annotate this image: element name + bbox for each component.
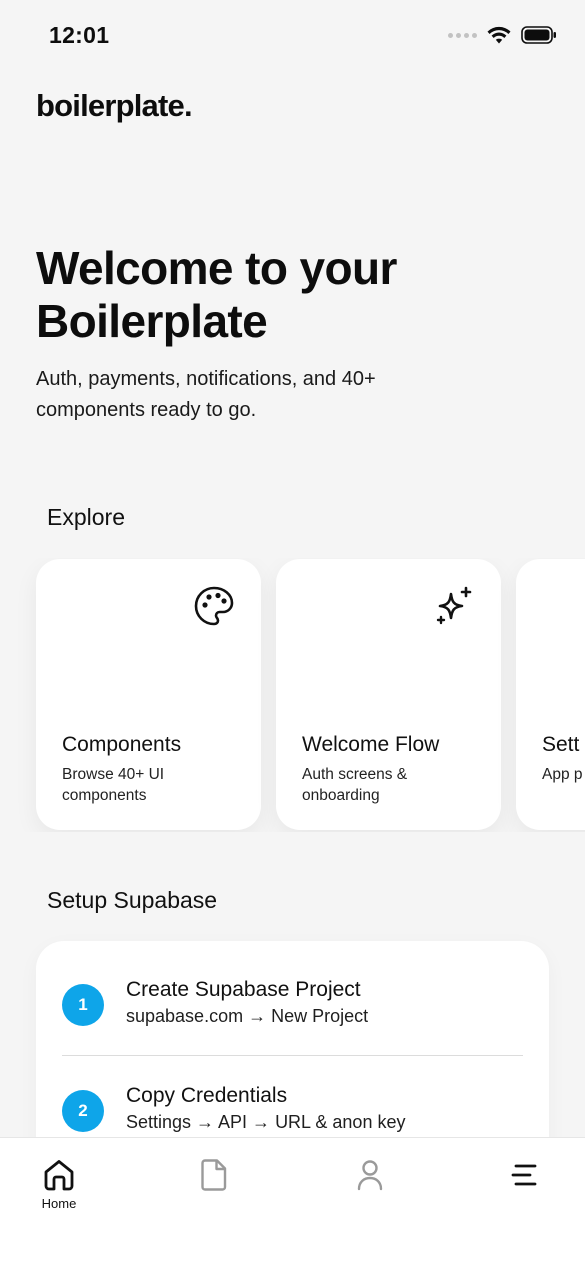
step-title: Copy Credentials <box>126 1084 288 1107</box>
step-title: Create Supabase Project <box>126 978 361 1001</box>
cellular-signal-icon <box>448 32 477 38</box>
page-subtitle: Auth, payments, notifications, and 40+ c… <box>36 368 376 421</box>
explore-section-title: Explore <box>47 504 125 530</box>
page-title: Welcome to your Boilerplate <box>36 242 397 347</box>
tab-documents[interactable] <box>174 1158 254 1192</box>
status-indicators <box>448 26 557 44</box>
status-time: 12:01 <box>49 22 110 48</box>
battery-icon <box>521 26 556 44</box>
card-title: Components <box>62 733 182 756</box>
home-icon <box>44 1160 74 1191</box>
tab-home[interactable]: Home <box>19 1158 99 1211</box>
tab-menu[interactable] <box>485 1158 565 1192</box>
explore-card-welcome-flow[interactable]: Welcome Flow Auth screens & onboarding <box>276 559 501 830</box>
explore-card-components[interactable]: Components Browse 40+ UI components <box>36 559 261 830</box>
sparkles-icon <box>436 586 472 625</box>
tab-label: Home <box>41 1196 77 1211</box>
step-subtitle: supabase.com → New Project <box>126 1006 369 1026</box>
step-subtitle: Settings → API → URL & anon key <box>126 1112 406 1132</box>
explore-carousel[interactable]: Components Browse 40+ UI components Welc… <box>0 558 585 832</box>
document-icon <box>201 1159 227 1191</box>
menu-icon <box>511 1164 537 1186</box>
explore-card-settings[interactable]: Sett App p <box>516 559 585 830</box>
card-description: App p <box>542 766 583 783</box>
wifi-icon <box>487 26 511 44</box>
tab-bar: Home <box>0 1137 585 1267</box>
palette-icon <box>194 586 234 626</box>
status-bar: 12:01 <box>0 0 585 76</box>
card-title: Sett <box>542 733 580 756</box>
user-icon <box>357 1160 383 1191</box>
card-description: Auth screens & onboarding <box>302 766 408 804</box>
tab-profile[interactable] <box>330 1158 410 1192</box>
divider <box>62 1055 523 1056</box>
setup-section-title: Setup Supabase <box>47 887 218 913</box>
step-number-badge: 1 <box>62 984 104 1026</box>
card-description: Browse 40+ UI components <box>62 766 165 804</box>
card-title: Welcome Flow <box>302 733 440 756</box>
step-number-badge: 2 <box>62 1090 104 1132</box>
app-logo: boilerplate. <box>36 88 193 123</box>
